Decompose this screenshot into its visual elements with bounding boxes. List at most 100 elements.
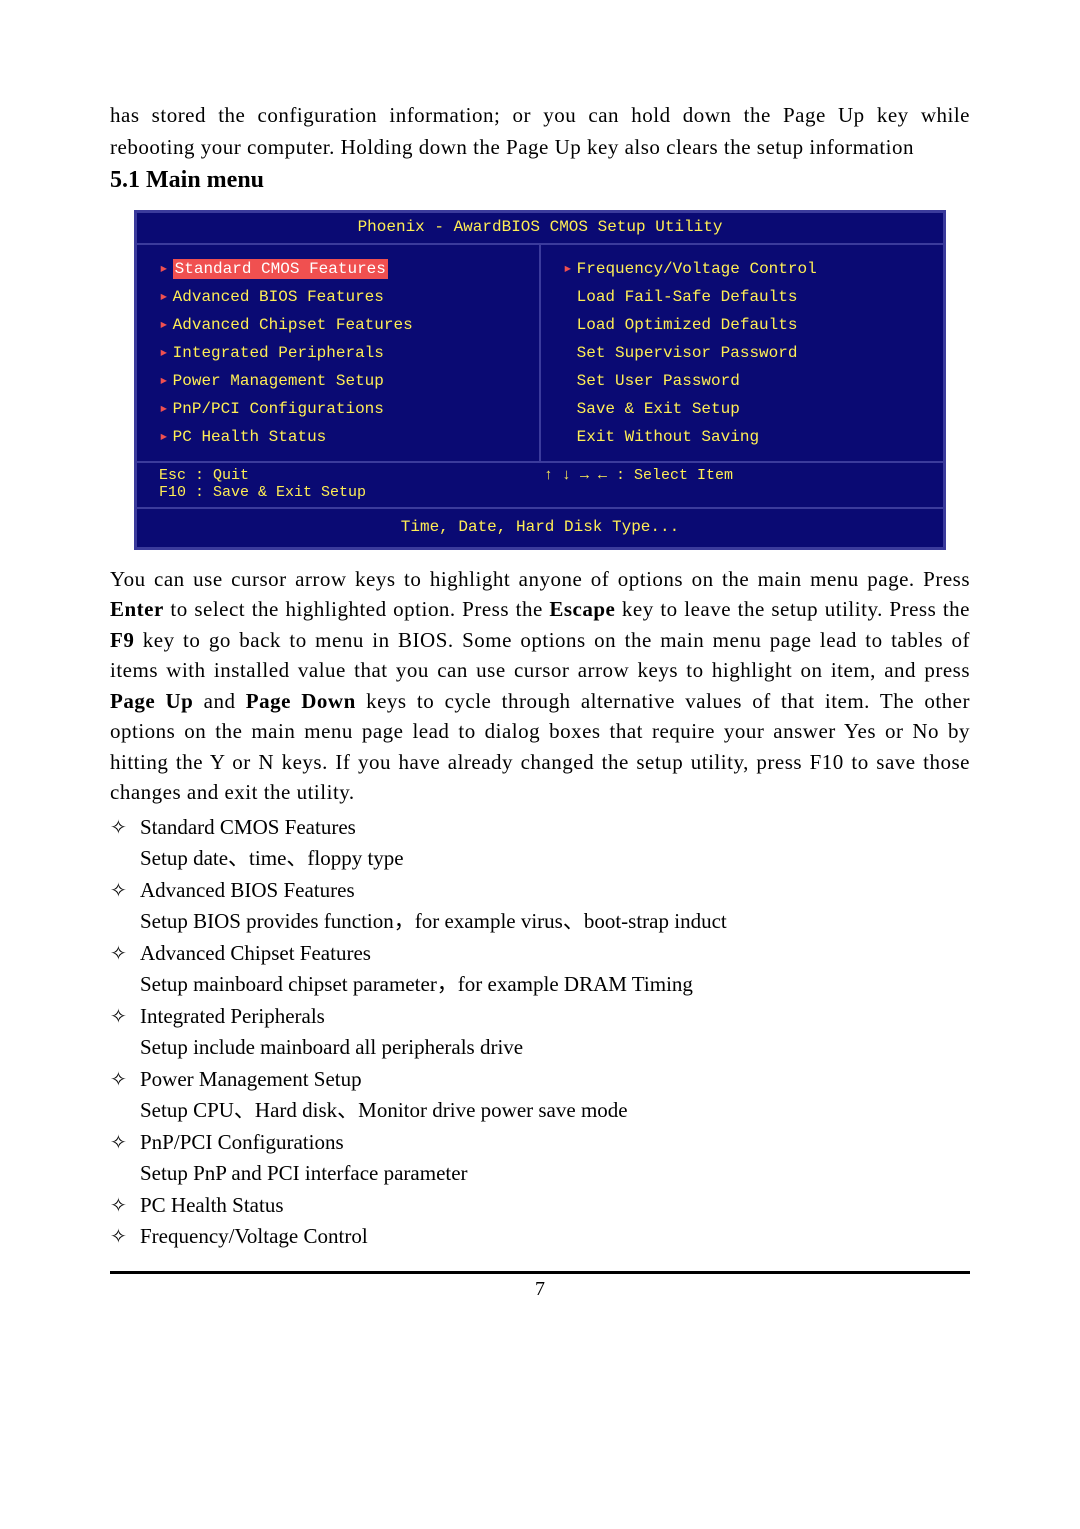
bios-item-pnp-pci[interactable]: ▸PnP/PCI Configurations: [159, 395, 525, 423]
bios-item-exit-no-save[interactable]: Exit Without Saving: [563, 423, 929, 451]
bios-menu: ▸Standard CMOS Features ▸Advanced BIOS F…: [137, 245, 943, 463]
bios-item-advanced-chipset[interactable]: ▸Advanced Chipset Features: [159, 311, 525, 339]
para-text: key to go back to menu in BIOS. Some opt…: [110, 628, 970, 682]
bios-item-label: PC Health Status: [173, 428, 327, 446]
bios-item-label: Set Supervisor Password: [577, 344, 798, 362]
bios-item-set-supervisor[interactable]: Set Supervisor Password: [563, 339, 929, 367]
intro-paragraph: has stored the configuration information…: [110, 100, 970, 163]
diamond-icon: ✧: [110, 1221, 140, 1253]
para-text: You can use cursor arrow keys to highlig…: [110, 567, 970, 591]
bios-item-label: Integrated Peripherals: [173, 344, 384, 362]
bios-item-set-user[interactable]: Set User Password: [563, 367, 929, 395]
list-item-title: Advanced Chipset Features: [140, 938, 970, 970]
caret-icon: ▸: [159, 400, 169, 418]
caret-spacer: [563, 400, 573, 418]
caret-icon: ▸: [159, 372, 169, 390]
bios-f10-hint: F10 : Save & Exit Setup: [159, 484, 544, 501]
list-item-title: Advanced BIOS Features: [140, 875, 970, 907]
bios-item-advanced-bios[interactable]: ▸Advanced BIOS Features: [159, 283, 525, 311]
bios-menu-left-column: ▸Standard CMOS Features ▸Advanced BIOS F…: [137, 245, 541, 461]
bios-item-load-failsafe[interactable]: Load Fail-Safe Defaults: [563, 283, 929, 311]
diamond-icon: ✧: [110, 1001, 140, 1064]
caret-spacer: [563, 428, 573, 446]
caret-spacer: [563, 344, 573, 362]
bios-item-standard-cmos[interactable]: ▸Standard CMOS Features: [159, 255, 525, 283]
diamond-icon: ✧: [110, 1064, 140, 1127]
bios-item-integrated-peripherals[interactable]: ▸Integrated Peripherals: [159, 339, 525, 367]
list-item-desc: Setup PnP and PCI interface parameter: [140, 1158, 970, 1190]
feature-list: ✧ Standard CMOS Features Setup date、time…: [110, 812, 970, 1253]
kbd-escape: Escape: [549, 597, 615, 621]
caret-spacer: [563, 288, 573, 306]
bios-esc-hint: Esc : Quit: [159, 467, 544, 484]
bios-item-label: Advanced Chipset Features: [173, 316, 413, 334]
diamond-icon: ✧: [110, 1190, 140, 1222]
list-item: ✧ Advanced Chipset Features Setup mainbo…: [110, 938, 970, 1001]
list-item-desc: Setup date、time、floppy type: [140, 843, 970, 875]
section-title: Main menu: [146, 167, 264, 193]
caret-icon: ▸: [159, 316, 169, 334]
bios-arrows-hint: ↑ ↓ → ← : Select Item: [544, 467, 929, 484]
caret-icon: ▸: [159, 344, 169, 362]
diamond-icon: ✧: [110, 938, 140, 1001]
diamond-icon: ✧: [110, 875, 140, 938]
bios-item-label: Save & Exit Setup: [577, 400, 740, 418]
bios-item-label: Load Optimized Defaults: [577, 316, 798, 334]
caret-icon: ▸: [159, 428, 169, 446]
caret-spacer: [563, 316, 573, 334]
kbd-f9: F9: [110, 628, 134, 652]
list-item-desc: Setup BIOS provides function，for example…: [140, 906, 970, 938]
bios-title-bar: Phoenix - AwardBIOS CMOS Setup Utility: [137, 213, 943, 245]
bios-item-label: Load Fail-Safe Defaults: [577, 288, 798, 306]
list-item-title: Integrated Peripherals: [140, 1001, 970, 1033]
bios-screenshot: Phoenix - AwardBIOS CMOS Setup Utility ▸…: [134, 210, 946, 550]
bios-item-label: PnP/PCI Configurations: [173, 400, 384, 418]
list-item: ✧ Integrated Peripherals Setup include m…: [110, 1001, 970, 1064]
list-item-title: Standard CMOS Features: [140, 812, 970, 844]
bios-item-load-optimized[interactable]: Load Optimized Defaults: [563, 311, 929, 339]
section-number: 5.1: [110, 167, 140, 193]
list-item-title: Frequency/Voltage Control: [140, 1221, 970, 1253]
footer-divider: [110, 1271, 970, 1274]
page-number: 7: [110, 1278, 970, 1301]
section-heading: 5.1Main menu: [110, 167, 970, 194]
bios-item-label: Exit Without Saving: [577, 428, 759, 446]
list-item: ✧ Power Management Setup Setup CPU、Hard …: [110, 1064, 970, 1127]
para-text: and: [193, 689, 245, 713]
caret-icon: ▸: [159, 288, 169, 306]
list-item: ✧ Advanced BIOS Features Setup BIOS prov…: [110, 875, 970, 938]
para-text: key to leave the setup utility. Press th…: [615, 597, 970, 621]
bios-item-frequency-voltage[interactable]: ▸Frequency/Voltage Control: [563, 255, 929, 283]
bios-item-label: Standard CMOS Features: [173, 259, 388, 279]
bios-item-label: Set User Password: [577, 372, 740, 390]
bios-help-line: Time, Date, Hard Disk Type...: [137, 509, 943, 547]
caret-icon: ▸: [563, 260, 573, 278]
bios-menu-right-column: ▸Frequency/Voltage Control Load Fail-Saf…: [541, 245, 943, 461]
bios-item-label: Advanced BIOS Features: [173, 288, 384, 306]
bios-item-power-management[interactable]: ▸Power Management Setup: [159, 367, 525, 395]
list-item: ✧ Standard CMOS Features Setup date、time…: [110, 812, 970, 875]
caret-icon: ▸: [159, 260, 169, 278]
kbd-pageup: Page Up: [110, 689, 193, 713]
main-paragraph: You can use cursor arrow keys to highlig…: [110, 564, 970, 808]
diamond-icon: ✧: [110, 812, 140, 875]
list-item: ✧ PC Health Status: [110, 1190, 970, 1222]
diamond-icon: ✧: [110, 1127, 140, 1190]
caret-spacer: [563, 372, 573, 390]
list-item-title: PnP/PCI Configurations: [140, 1127, 970, 1159]
bios-item-pc-health[interactable]: ▸PC Health Status: [159, 423, 525, 451]
list-item-title: Power Management Setup: [140, 1064, 970, 1096]
list-item-desc: Setup mainboard chipset parameter，for ex…: [140, 969, 970, 1001]
list-item-desc: Setup include mainboard all peripherals …: [140, 1032, 970, 1064]
bios-item-label: Frequency/Voltage Control: [577, 260, 817, 278]
kbd-pagedown: Page Down: [246, 689, 356, 713]
list-item: ✧ PnP/PCI Configurations Setup PnP and P…: [110, 1127, 970, 1190]
list-item-desc: Setup CPU、Hard disk、Monitor drive power …: [140, 1095, 970, 1127]
kbd-enter: Enter: [110, 597, 164, 621]
bios-footer: Esc : Quit F10 : Save & Exit Setup ↑ ↓ →…: [137, 463, 943, 509]
list-item-title: PC Health Status: [140, 1190, 970, 1222]
list-item: ✧ Frequency/Voltage Control: [110, 1221, 970, 1253]
para-text: to select the highlighted option. Press …: [164, 597, 550, 621]
bios-item-label: Power Management Setup: [173, 372, 384, 390]
bios-item-save-exit[interactable]: Save & Exit Setup: [563, 395, 929, 423]
